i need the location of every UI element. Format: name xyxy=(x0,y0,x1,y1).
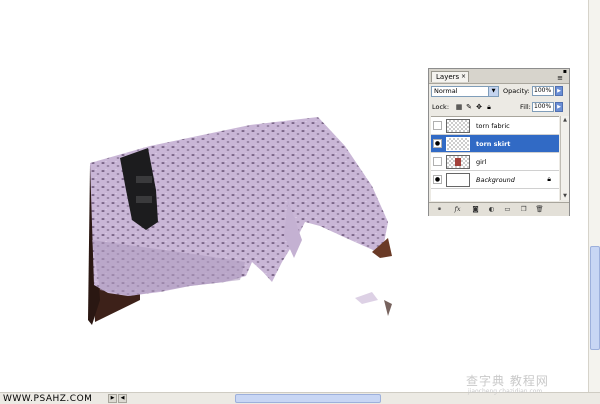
lock-transparent-icon[interactable]: ▦ xyxy=(455,103,463,111)
trash-icon[interactable]: 🗑︎ xyxy=(535,205,544,214)
panel-menu-icon[interactable]: ≡ xyxy=(555,74,565,83)
layer-mask-icon[interactable]: ◙ xyxy=(471,205,480,214)
watermark-url: jiaocheng.chazidian.com xyxy=(468,388,543,395)
lock-paint-icon[interactable]: ✎ xyxy=(465,103,473,111)
blend-opacity-row: Normal ▼ Opacity: 100% ▶ xyxy=(431,86,567,98)
watermark: 查字典 教程网 jiaocheng.chazidian.com xyxy=(466,372,590,402)
document-vertical-scroll-thumb[interactable] xyxy=(590,246,600,350)
new-group-icon[interactable]: ▭ xyxy=(503,205,512,214)
layer-row-background[interactable]: ● Background 🔒︎ xyxy=(431,171,559,189)
layer-row-torn-skirt[interactable]: ● torn skirt xyxy=(431,135,559,153)
layer-name: torn fabric xyxy=(476,122,510,130)
layers-list: torn fabric ● torn skirt girl ● Backgrou… xyxy=(431,116,559,201)
scroll-up-icon[interactable]: ▲ xyxy=(561,116,569,124)
opacity-input[interactable]: 100% xyxy=(532,86,554,96)
adjustment-layer-icon[interactable]: ◐ xyxy=(487,205,496,214)
eye-icon[interactable]: ● xyxy=(433,139,442,148)
lock-all-icon[interactable]: 🔒︎ xyxy=(485,103,493,111)
scroll-left-arrow-icon[interactable]: ◀ xyxy=(118,394,127,403)
layer-thumbnail xyxy=(446,155,470,169)
opacity-slider-button[interactable]: ▶ xyxy=(555,86,563,96)
blend-mode-select[interactable]: Normal ▼ xyxy=(431,86,499,97)
layer-row-torn-fabric[interactable]: torn fabric xyxy=(431,117,559,135)
layer-name: torn skirt xyxy=(476,140,511,148)
layers-panel-tabbar: Layers × ▪ ≡ xyxy=(429,68,569,84)
blend-mode-value: Normal xyxy=(434,87,458,95)
tab-layers[interactable]: Layers × xyxy=(431,71,469,82)
watermark-title: 查字典 教程网 xyxy=(466,374,549,388)
lock-icon: 🔒︎ xyxy=(547,175,551,183)
lock-position-icon[interactable]: ✥ xyxy=(475,103,483,111)
layers-panel: Layers × ▪ ≡ Normal ▼ Opacity: 100% ▶ Lo… xyxy=(428,68,570,216)
visibility-toggle[interactable] xyxy=(433,157,442,166)
layer-name: girl xyxy=(476,158,487,166)
layers-panel-toolbar: ⚭ fx ◙ ◐ ▭ ❐ 🗑︎ xyxy=(429,202,569,216)
opacity-label: Opacity: xyxy=(503,87,530,95)
fill-slider-button[interactable]: ▶ xyxy=(555,102,563,112)
new-layer-icon[interactable]: ❐ xyxy=(519,205,528,214)
layer-style-icon[interactable]: fx xyxy=(453,205,462,214)
chevron-down-icon[interactable]: ▼ xyxy=(488,87,498,96)
lock-fill-row: Lock: ▦ ✎ ✥ 🔒︎ Fill: 100% ▶ xyxy=(431,102,567,114)
link-layers-icon[interactable]: ⚭ xyxy=(435,205,444,214)
lock-label: Lock: xyxy=(432,103,450,111)
fill-label: Fill: xyxy=(520,103,531,111)
layer-name: Background xyxy=(476,176,515,184)
scroll-down-icon[interactable]: ▼ xyxy=(561,192,569,200)
eye-icon[interactable]: ● xyxy=(433,175,442,184)
document-horizontal-scroll-thumb[interactable] xyxy=(235,394,381,403)
layer-thumbnail xyxy=(446,119,470,133)
layers-scrollbar[interactable]: ▲ ▼ xyxy=(560,116,569,200)
layer-thumbnail xyxy=(446,137,470,151)
fill-input[interactable]: 100% xyxy=(532,102,554,112)
tab-layers-label: Layers xyxy=(436,73,460,81)
layer-row-girl[interactable]: girl xyxy=(431,153,559,171)
visibility-toggle[interactable] xyxy=(433,121,442,130)
layer-thumbnail xyxy=(446,173,470,187)
scroll-left-icon[interactable]: ▶ xyxy=(108,394,117,403)
tab-close-icon[interactable]: × xyxy=(461,72,466,82)
document-vertical-scrollbar[interactable] xyxy=(588,0,600,392)
